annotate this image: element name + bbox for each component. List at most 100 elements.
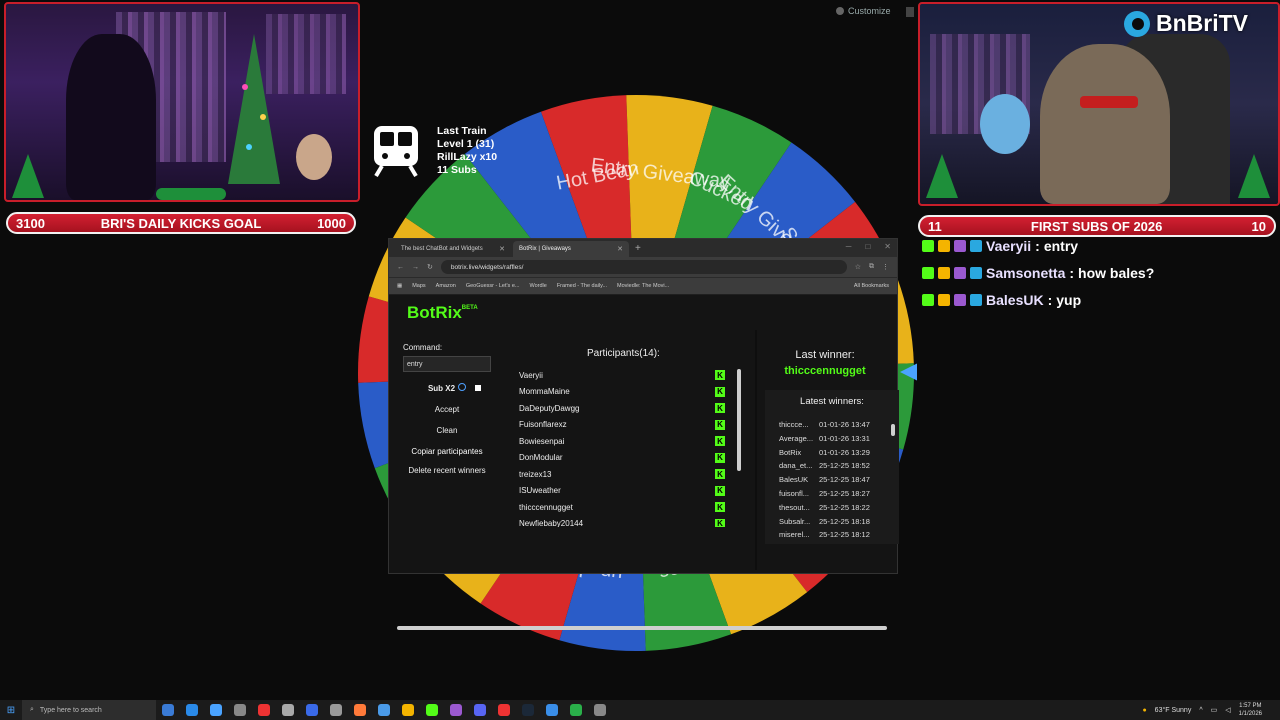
winner-name: miserel... (779, 530, 810, 540)
corner-tree (926, 154, 958, 198)
app-icon[interactable] (498, 704, 510, 716)
sub-x2-checkbox[interactable] (475, 385, 481, 391)
bookmark-moviedle[interactable]: Moviedle: The Movi... (617, 283, 669, 289)
bookmark-maps[interactable]: Maps (412, 283, 425, 289)
obs-icon[interactable] (258, 704, 270, 716)
participant-row: DaDeputyDawgg K (507, 400, 747, 417)
tab-chatbot[interactable]: The best ChatBot and Widgets ✕ (395, 241, 511, 257)
clock[interactable]: 1:57 PM 1/1/2026 (1239, 702, 1262, 718)
system-tray: ● 63°F Sunny ^ ▭ ◁ 1:57 PM 1/1/2026 (1142, 702, 1280, 718)
beta-tag: BETA (461, 305, 478, 312)
winner-row: Subsalr... 25-12-25 18:18 (779, 517, 870, 531)
maximize-icon[interactable]: □ (865, 242, 870, 251)
menu-icon[interactable]: ⋮ (882, 263, 889, 271)
chat-username[interactable]: Samsonetta (986, 265, 1065, 281)
close-tab-icon[interactable]: ✕ (617, 245, 623, 253)
app-icon[interactable] (282, 704, 294, 716)
chat-badge-icon (938, 293, 950, 306)
reload-icon[interactable]: ↻ (427, 263, 433, 271)
kick-icon[interactable] (426, 704, 438, 716)
command-input[interactable] (403, 356, 491, 372)
app-icon[interactable] (546, 704, 558, 716)
webcam-left (4, 2, 360, 202)
kick-badge-icon: K (715, 485, 725, 496)
chat-username[interactable]: Vaeryii (986, 238, 1031, 254)
chat-badge-icon (938, 239, 950, 252)
chat-overlay: Vaeryii: entry Samsonetta: how bales? BalesU… (922, 232, 1274, 313)
app-icon[interactable] (570, 704, 582, 716)
app-icon[interactable] (378, 704, 390, 716)
tray-arrow-icon[interactable]: ^ (1199, 707, 1202, 714)
edge-icon[interactable] (186, 704, 198, 716)
network-icon[interactable]: ▭ (1211, 706, 1218, 714)
volume-icon[interactable]: ◁ (1225, 706, 1230, 714)
discord-icon[interactable] (474, 704, 486, 716)
goal-end: 1000 (317, 215, 346, 231)
participant-row: treizex13 K (507, 466, 747, 483)
winner-date: 01-01-26 13:29 (819, 447, 870, 457)
app-icon[interactable] (306, 704, 318, 716)
logo-text: BnBriTV (1156, 10, 1248, 36)
new-tab-button[interactable]: + (631, 243, 645, 257)
winner-date: 25-12-25 18:12 (819, 530, 870, 540)
delete-recent-winners-button[interactable]: Delete recent winners (403, 466, 491, 475)
bookmark-framed[interactable]: Framed - The daily... (557, 283, 607, 289)
train-title: Last Train (437, 125, 487, 137)
firefox-icon[interactable] (354, 704, 366, 716)
accept-button[interactable]: Accept (403, 405, 491, 414)
latest-winners-panel: Latest winners: thiccce... 01-01-26 13:47… (765, 390, 899, 544)
close-tab-icon[interactable]: ✕ (499, 245, 505, 253)
chat-badge-icon (970, 239, 982, 252)
chat-message: BalesUK: yup (922, 286, 1274, 313)
weather-text[interactable]: 63°F Sunny (1155, 707, 1192, 714)
chrome-icon[interactable] (402, 704, 414, 716)
app-icon[interactable] (594, 704, 606, 716)
chat-message: Samsonetta: how bales? (922, 259, 1274, 286)
winner-row: BalesUK 25-12-25 18:47 (779, 475, 870, 489)
divider (755, 330, 757, 570)
forward-icon[interactable]: → (412, 264, 419, 271)
chat-badge-icon (954, 266, 966, 279)
taskbar-search[interactable]: ⌕ Type here to search (22, 700, 156, 720)
latest-winners-scrollbar[interactable] (891, 424, 895, 436)
kick-badge-icon: K (715, 436, 725, 447)
winner-date: 01-01-26 13:31 (819, 433, 870, 443)
bookmark-amazon[interactable]: Amazon (436, 283, 456, 289)
train-subs: 11 Subs (437, 164, 477, 176)
store-icon[interactable] (210, 704, 222, 716)
winner-name: fuisonfl... (779, 488, 810, 498)
customize-button[interactable]: Customize (836, 6, 891, 16)
horizontal-scrollbar[interactable] (397, 626, 887, 630)
close-window-icon[interactable]: ✕ (884, 242, 891, 251)
chat-username[interactable]: BalesUK (986, 292, 1044, 308)
extensions-icon[interactable]: ⧉ (869, 263, 874, 271)
app-icon[interactable] (330, 704, 342, 716)
search-icon: ⌕ (30, 706, 34, 713)
back-icon[interactable]: ← (397, 264, 404, 271)
corner-tree (12, 154, 44, 198)
participants-scrollbar[interactable] (737, 369, 741, 471)
steam-icon[interactable] (522, 704, 534, 716)
minimize-icon[interactable]: ─ (846, 242, 852, 251)
bookmark-wordle[interactable]: Wordle (529, 283, 546, 289)
task-view-icon[interactable] (162, 704, 174, 716)
kick-badge-icon: K (715, 370, 725, 381)
info-icon (458, 383, 467, 391)
all-bookmarks[interactable]: All Bookmarks (854, 283, 889, 289)
address-bar: ← → ↻ botrix.live/widgets/raffles/ ☆ ⧉ ⋮ (389, 257, 897, 277)
star-icon[interactable]: ☆ (855, 263, 861, 271)
app-icon[interactable] (234, 704, 246, 716)
bookmark-geoguessr[interactable]: GeoGuessr - Let's e... (466, 283, 520, 289)
clean-button[interactable]: Clean (403, 426, 491, 435)
apps-icon[interactable]: ▦ (397, 283, 402, 289)
last-winner-label: Last winner: (795, 349, 855, 361)
url-field[interactable]: botrix.live/widgets/raffles/ (440, 260, 847, 274)
copy-participants-button[interactable]: Copiar participantes (403, 447, 491, 456)
tab-giveaways[interactable]: BotRix | Giveaways ✕ (513, 241, 629, 257)
app-icon[interactable] (450, 704, 462, 716)
start-button[interactable]: ⊞ (0, 705, 22, 716)
participant-name: Bowiesenpai (519, 436, 565, 446)
winner-date: 25-12-25 18:18 (819, 516, 870, 526)
participant-row: MommaMaine K (507, 384, 747, 401)
kick-badge-icon: K (715, 419, 725, 430)
